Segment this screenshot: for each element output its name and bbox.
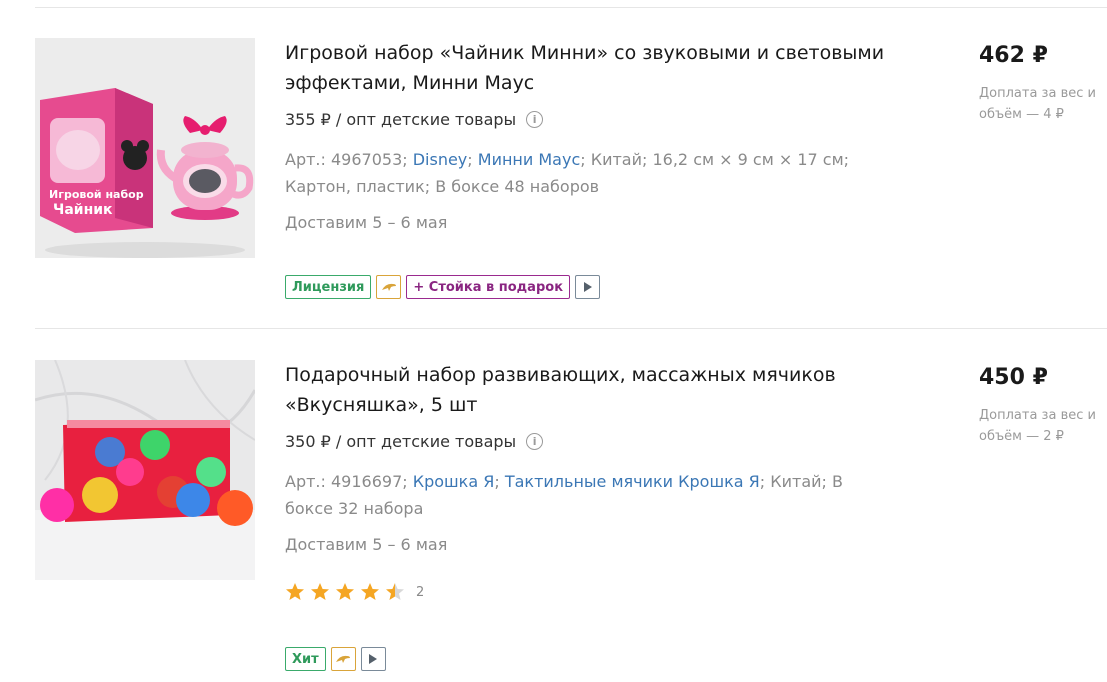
info-icon[interactable]: i	[526, 111, 544, 128]
delivery-date: Доставим 5 – 6 мая	[285, 535, 448, 554]
wholesale-price-text: 355 ₽ / опт детские товары	[285, 110, 517, 129]
product-card: Подарочный набор развивающих, массажных …	[0, 360, 1107, 680]
star-icon	[336, 583, 354, 600]
article-number: Арт.: 4967053;	[285, 150, 413, 169]
surcharge-note: Доплата за вес и объём — 4 ₽	[979, 86, 1096, 122]
star-icon	[311, 583, 329, 600]
video-play-icon[interactable]	[575, 275, 601, 299]
badge-row: Лицензия + Стойка в подарок	[285, 275, 601, 299]
wholesale-price-text: 350 ₽ / опт детские товары	[285, 432, 517, 451]
brand-link[interactable]: Disney	[413, 150, 468, 169]
svg-text:Чайник: Чайник	[53, 202, 113, 218]
series-link[interactable]: Минни Маус	[478, 150, 580, 169]
dolphin-icon[interactable]	[376, 275, 402, 299]
product-image-balls[interactable]	[35, 360, 255, 580]
product-price: 450 ₽	[979, 365, 1048, 390]
product-meta: Арт.: 4967053; Disney; Минни Маус; Китай…	[285, 146, 865, 200]
series-link[interactable]: Тактильные мячики Крошка Я	[505, 472, 760, 491]
surcharge-note: Доплата за вес и объём — 2 ₽	[979, 408, 1096, 444]
half-star-icon	[386, 583, 404, 600]
hit-badge[interactable]: Хит	[285, 647, 326, 671]
wholesale-price: 355 ₽ / опт детские товары i	[285, 110, 544, 129]
badge-row: Хит	[285, 647, 386, 671]
brand-link[interactable]: Крошка Я	[413, 472, 495, 491]
info-icon[interactable]: i	[526, 433, 544, 450]
product-image-teapot[interactable]: Игровой набор Чайник	[35, 38, 255, 258]
dolphin-icon[interactable]	[330, 647, 356, 671]
product-card: Игровой набор Чайник Игровой набор «Чайн…	[0, 38, 1107, 308]
product-price: 462 ₽	[979, 43, 1048, 68]
rating-stars[interactable]: 2	[285, 582, 424, 602]
video-play-icon[interactable]	[360, 647, 386, 671]
wholesale-price: 350 ₽ / опт детские товары i	[285, 432, 544, 451]
star-icon	[286, 583, 304, 600]
product-title[interactable]: Подарочный набор развивающих, массажных …	[285, 360, 885, 420]
product-meta: Арт.: 4916697; Крошка Я; Тактильные мячи…	[285, 468, 865, 522]
article-number: Арт.: 4916697;	[285, 472, 413, 491]
star-icon	[361, 583, 379, 600]
review-count[interactable]: 2	[416, 585, 424, 600]
meta-separator: ;	[467, 150, 478, 169]
license-badge[interactable]: Лицензия	[285, 275, 372, 299]
meta-separator: ;	[494, 472, 505, 491]
delivery-date: Доставим 5 – 6 мая	[285, 213, 448, 232]
product-title[interactable]: Игровой набор «Чайник Минни» со звуковым…	[285, 38, 885, 98]
item-divider	[35, 328, 1107, 329]
top-divider	[35, 7, 1107, 8]
svg-text:Игровой набор: Игровой набор	[49, 188, 144, 201]
gift-stand-badge[interactable]: + Стойка в подарок	[406, 275, 571, 299]
